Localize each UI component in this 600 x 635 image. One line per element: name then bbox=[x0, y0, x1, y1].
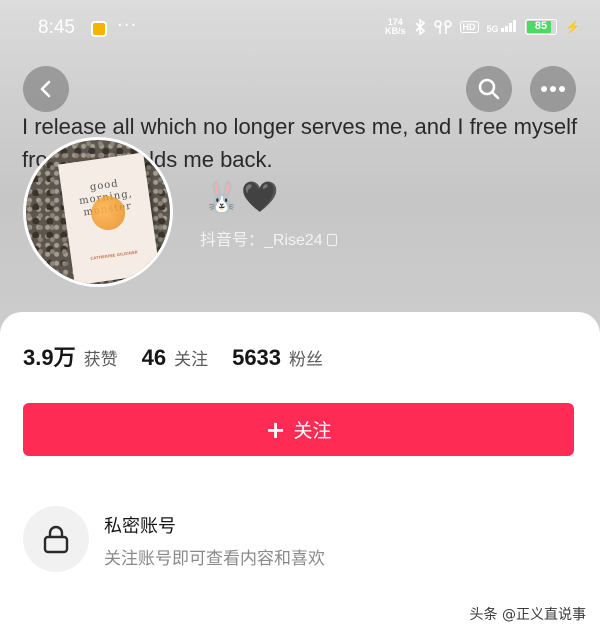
rabbit-emoji-icon: 🐰 bbox=[203, 180, 241, 215]
search-button[interactable] bbox=[466, 66, 512, 112]
battery-level: 85 bbox=[534, 20, 548, 32]
signal-5g-icon: 5G bbox=[487, 20, 518, 34]
profile-stats: 3.9万 获赞 46 关注 5633 粉丝 bbox=[23, 340, 347, 372]
black-heart-emoji-icon: 🖤 bbox=[241, 180, 279, 215]
earbuds-icon bbox=[433, 20, 452, 34]
lock-icon bbox=[43, 525, 69, 554]
status-icons: 174 KB/s HD 5G 85 ⚡ bbox=[385, 18, 580, 36]
stat-following[interactable]: 46 关注 bbox=[142, 345, 208, 371]
private-account-badge bbox=[23, 506, 89, 572]
watermark: 头条 @正义直说事 bbox=[469, 607, 586, 623]
stat-likes[interactable]: 3.9万 获赞 bbox=[23, 340, 118, 372]
bluetooth-icon bbox=[414, 19, 425, 35]
avatar-book-image: good morning, monster CATHERINE GILDINER bbox=[57, 152, 161, 284]
profile-header: 8:45 ··· 174 KB/s HD 5G 85 ⚡ I release a… bbox=[0, 0, 600, 335]
book-author: CATHERINE GILDINER bbox=[90, 249, 139, 261]
private-account-title: 私密账号 bbox=[104, 516, 176, 537]
battery-icon: 85 bbox=[525, 19, 558, 35]
more-options-button[interactable] bbox=[530, 66, 576, 112]
more-dots-icon bbox=[541, 86, 565, 92]
private-account-description: 关注账号即可查看内容和喜欢 bbox=[104, 549, 325, 569]
plus-icon: + bbox=[265, 415, 286, 444]
hd-voice-icon: HD bbox=[459, 21, 479, 33]
charging-icon: ⚡ bbox=[565, 20, 580, 34]
more-notifications-icon: ··· bbox=[117, 15, 138, 36]
follow-button-label: 关注 bbox=[293, 420, 332, 442]
avatar[interactable]: good morning, monster CATHERINE GILDINER bbox=[23, 137, 173, 287]
notification-app-icon bbox=[91, 21, 107, 37]
search-icon bbox=[478, 78, 500, 100]
copy-icon[interactable] bbox=[326, 234, 337, 246]
chevron-left-icon bbox=[40, 80, 51, 98]
follow-button[interactable]: + 关注 bbox=[23, 403, 574, 456]
back-button[interactable] bbox=[23, 66, 69, 112]
status-bar: 8:45 ··· 174 KB/s HD 5G 85 ⚡ bbox=[0, 0, 600, 60]
status-time: 8:45 bbox=[38, 17, 75, 38]
stat-followers[interactable]: 5633 粉丝 bbox=[232, 345, 323, 371]
douyin-id[interactable]: 抖音号：_Rise24 bbox=[200, 226, 337, 250]
network-speed: 174 KB/s bbox=[385, 17, 406, 36]
